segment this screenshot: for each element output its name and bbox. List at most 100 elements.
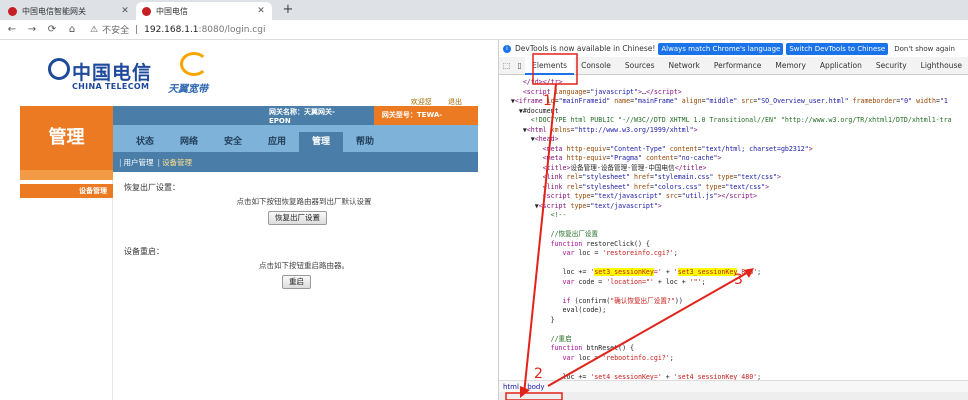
tab-lighthouse[interactable]: Lighthouse: [914, 57, 968, 75]
dom-line: <link rel="stylesheet" href="stylemain.c…: [542, 173, 782, 181]
annotation-label-3: 3: [734, 272, 743, 288]
reboot-description: 点击如下按钮重启路由器。: [259, 261, 349, 270]
warning-icon: ⚠: [90, 24, 99, 35]
nav-help[interactable]: 帮助: [343, 132, 387, 152]
dom-line: ▼<head>: [499, 135, 559, 143]
address-bar: ← → ⟳ ⌂ ⚠ 不安全 | 192.168.1.1:8080/login.c…: [0, 20, 968, 40]
logout-link[interactable]: 退出: [448, 98, 462, 106]
dom-line: [499, 259, 968, 269]
main-nav: 状态 网络 安全 应用 管理 帮助: [113, 125, 478, 152]
dom-line: <!DOCTYPE html PUBLIC "-//W3C//DTD XHTML…: [530, 116, 952, 124]
gateway-name: 网关名称：天翼网关-EPON: [269, 107, 335, 125]
url-host: 192.168.1.1: [144, 24, 199, 35]
dom-line: ▼<iframe id="mainFrameid" name="mainFram…: [499, 97, 948, 105]
dom-line: <link rel="stylesheet" href="colors.css"…: [542, 182, 770, 191]
tianyi-broadband-logo: 天翼宽带: [168, 52, 228, 95]
nav-application[interactable]: 应用: [255, 132, 299, 152]
dom-line: <script language="javascript">…</script>: [522, 87, 682, 96]
switch-to-chinese-button[interactable]: Switch DevTools to Chinese: [786, 42, 889, 55]
subnav-separator: |: [157, 157, 161, 167]
dom-line: eval(code);: [562, 306, 607, 314]
inspect-element-icon[interactable]: ⬚: [501, 61, 512, 70]
dom-line: <meta http-equiv="Pragma" content="no-ca…: [542, 154, 722, 162]
nav-status[interactable]: 状态: [123, 132, 167, 152]
nav-network[interactable]: 网络: [167, 132, 211, 152]
reboot-button[interactable]: 重启: [282, 275, 311, 289]
url-path: :8080/login.cgi: [198, 24, 266, 35]
tab-network[interactable]: Network: [662, 57, 707, 75]
dom-line: [499, 221, 968, 231]
dom-line: function restoreClick() {: [550, 239, 650, 248]
telecom-favicon-icon: [8, 6, 17, 16]
info-icon: i: [503, 44, 511, 53]
router-content: 恢复出厂设置： 点击如下按钮恢复路由器到出厂默认设置 恢复出厂设置 设备重启： …: [124, 180, 474, 400]
breadcrumb-html[interactable]: html: [503, 383, 519, 391]
back-arrow-icon[interactable]: ←: [4, 24, 20, 35]
tab-elements[interactable]: Elements: [525, 56, 575, 75]
subnav-device-management[interactable]: 设备管理: [162, 157, 192, 168]
dont-show-again-button[interactable]: Don't show again: [894, 45, 955, 53]
dom-line: loc += 'set4_sessionKey=' + 'set4_sessio…: [562, 372, 762, 381]
tab-security[interactable]: Security: [869, 57, 914, 75]
tab-console[interactable]: Console: [574, 57, 618, 75]
dom-line: <script type="text/javascript" src="util…: [542, 192, 758, 200]
forward-arrow-icon[interactable]: →: [24, 24, 40, 35]
reboot-heading: 设备重启：: [124, 247, 164, 256]
new-tab-icon[interactable]: +: [280, 2, 296, 18]
section-title-text: 管理: [48, 127, 85, 148]
url-separator: |: [135, 24, 139, 35]
dom-line: <meta http-equiv="Content-Type" content=…: [542, 144, 813, 153]
nav-security[interactable]: 安全: [211, 132, 255, 152]
device-toolbar-icon[interactable]: ▯: [514, 61, 525, 70]
welcome-link[interactable]: 欢迎您: [411, 98, 432, 106]
elements-dom-tree[interactable]: </td></tr> <script language="javascript"…: [499, 76, 968, 380]
annotation-label-1: 1: [543, 93, 552, 109]
reload-icon[interactable]: ⟳: [44, 24, 60, 35]
logo-sub-text: 天翼宽带: [168, 84, 208, 95]
browser-tab-gateway[interactable]: 中国电信智能网关 ✕: [2, 2, 136, 20]
dom-line: [499, 325, 968, 335]
tab-title: 中国电信: [156, 6, 188, 16]
tab-sources[interactable]: Sources: [618, 57, 662, 75]
devtools-language-banner: i DevTools is now available in Chinese! …: [499, 40, 968, 57]
gateway-info-bar: 网关名称：天翼网关-EPON 网关型号：TEWA-1000E: [113, 106, 478, 138]
router-admin-page: 中国电信 CHINA TELECOM 天翼宽带 欢迎您 退出 管理 网关名称：天…: [20, 40, 478, 400]
devtools-panel: i DevTools is now available in Chinese! …: [498, 40, 968, 400]
close-icon[interactable]: ✕: [120, 6, 130, 16]
tianyi-logo-icon: [180, 52, 208, 76]
section-title: 管理: [20, 106, 113, 186]
devtools-tabs: ⬚ ▯ Elements Console Sources Network Per…: [499, 56, 968, 75]
gateway-model: 网关型号：TEWA-1000E: [373, 106, 478, 138]
dom-line: ▼<html xmlns="http://www.w3.org/1999/xht…: [499, 125, 698, 134]
restore-description: 点击如下按钮恢复路由器到出厂默认设置: [236, 197, 372, 206]
logo-english-text: CHINA TELECOM: [72, 82, 150, 91]
sub-nav: | 用户管理 | 设备管理: [113, 152, 478, 172]
browser-tab-bar: 中国电信智能网关 ✕ 中国电信 ✕ +: [0, 0, 968, 20]
home-icon[interactable]: ⌂: [64, 24, 80, 35]
browser-tab-telecom[interactable]: 中国电信 ✕: [136, 2, 272, 20]
router-header: 中国电信 CHINA TELECOM 天翼宽带 欢迎您 退出: [20, 40, 478, 106]
dom-line: ▼#document: [499, 106, 559, 115]
telecom-favicon-icon: [142, 6, 151, 16]
sidebar-item-device-management[interactable]: 设备管理: [20, 184, 113, 198]
tab-performance[interactable]: Performance: [707, 57, 769, 75]
nav-management[interactable]: 管理: [299, 132, 343, 152]
dom-line: <!--: [550, 211, 567, 219]
close-icon[interactable]: ✕: [256, 6, 266, 16]
dom-line: </td></tr>: [522, 78, 563, 86]
dom-line: if (confirm("确认恢复出厂设置?")): [562, 296, 683, 305]
dom-line: var loc = 'rebootinfo.cgi?';: [562, 353, 674, 362]
security-label: 不安全: [102, 26, 130, 36]
always-match-language-button[interactable]: Always match Chrome's language: [658, 42, 784, 55]
dom-line: //恢复出厂设置: [550, 230, 599, 238]
tab-memory[interactable]: Memory: [768, 57, 813, 75]
annotation-label-2: 2: [534, 366, 543, 382]
dom-line: //重启: [550, 334, 572, 343]
url-field[interactable]: ⚠ 不安全 | 192.168.1.1:8080/login.cgi: [90, 23, 266, 37]
tab-application[interactable]: Application: [813, 57, 869, 75]
subnav-separator: |: [119, 157, 122, 167]
restore-factory-button[interactable]: 恢复出厂设置: [268, 211, 327, 225]
dom-line: ▼<script type="text/javascript">: [499, 201, 662, 210]
breadcrumb-body[interactable]: body: [527, 383, 544, 391]
subnav-user-management[interactable]: 用户管理: [124, 157, 154, 168]
